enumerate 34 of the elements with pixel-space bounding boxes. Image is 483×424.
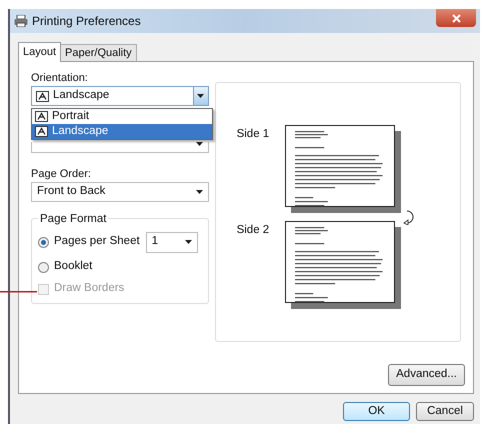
cancel-button[interactable]: Cancel <box>416 402 474 421</box>
side-label: Side 1 <box>236 127 270 142</box>
page-order-dropdown[interactable]: Front to Back <box>31 182 209 202</box>
caret-icon <box>196 142 203 146</box>
radio-button[interactable] <box>38 262 49 272</box>
page-icon <box>35 126 48 137</box>
dropdown-field[interactable] <box>31 142 209 153</box>
caret-icon <box>196 190 203 194</box>
caret-icon <box>184 240 192 244</box>
dropdown-option[interactable]: Landscape <box>32 124 212 139</box>
dropdown-value: Landscape <box>53 88 110 104</box>
orientation-label: Orientation: <box>31 71 89 86</box>
ok-button[interactable]: OK <box>343 402 410 421</box>
dropdown-arrow-button[interactable] <box>192 87 208 105</box>
window-title: Printing Preferences <box>32 13 141 30</box>
page-icon <box>35 111 48 122</box>
advanced-button[interactable]: Advanced... <box>388 364 465 386</box>
checkbox-label: Draw Borders <box>54 281 124 296</box>
caret-icon <box>197 94 204 98</box>
tab[interactable]: Layout <box>18 42 62 62</box>
orientation-dropdown[interactable]: Landscape <box>31 86 209 106</box>
radio-button[interactable] <box>38 236 49 248</box>
side-label: Side 2 <box>236 223 270 238</box>
close-button[interactable] <box>436 9 476 27</box>
page-order-label: Page Order: <box>31 167 92 182</box>
leader-line <box>0 291 37 293</box>
dropdown-option[interactable]: Portrait <box>32 109 212 124</box>
page-icon <box>36 90 49 102</box>
tab[interactable]: Paper/Quality <box>61 44 137 61</box>
radio-label: Pages per Sheet <box>54 234 140 250</box>
radio-label: Booklet <box>54 259 92 274</box>
close-icon <box>452 14 460 22</box>
printer-icon <box>14 15 28 27</box>
pages-per-sheet-dropdown[interactable]: 1 <box>146 232 198 252</box>
